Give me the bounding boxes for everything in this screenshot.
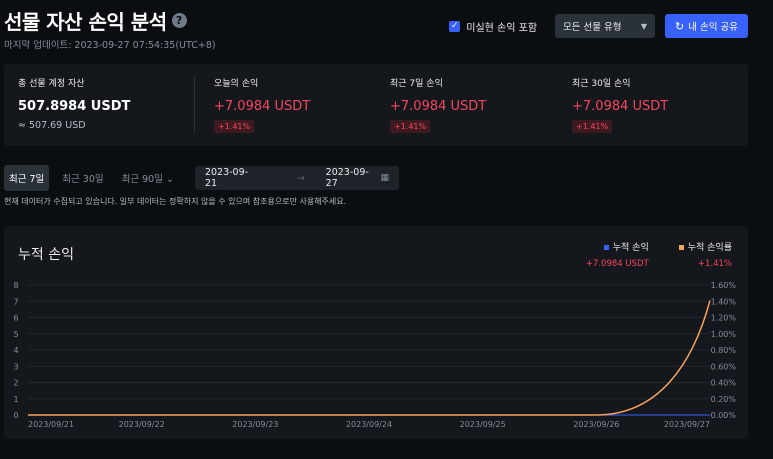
pct-badge: +1.41% — [572, 120, 613, 133]
stats-card: 총 선물 계정 자산 507.8984 USDT ≈ 507.69 USD 오늘… — [4, 64, 748, 146]
y-right-tick-label: 0.00% — [711, 411, 737, 420]
title-row: 선물 자산 손익 분석 ? — [4, 6, 187, 35]
y-right-tick-label: 0.80% — [711, 346, 737, 355]
y-right-tick-label: 1.60% — [711, 281, 737, 290]
checkbox-icon[interactable]: ✓ — [449, 20, 461, 32]
caret-down-icon: ▼ — [640, 21, 648, 31]
y-left-tick-label: 7 — [13, 297, 18, 306]
share-pnl-button[interactable]: ↻ 내 손익 공유 — [665, 14, 748, 38]
stat-value: 507.8984 USDT — [18, 99, 131, 114]
pct-badge: +1.41% — [390, 120, 431, 133]
last-updated: 마지막 업데이트: 2023-09-27 07:54:35(UTC+8) — [4, 40, 216, 51]
y-left-tick-label: 2 — [13, 379, 18, 388]
select-value: 모든 선물 유형 — [563, 22, 622, 33]
y-right-tick-label: 1.40% — [711, 297, 737, 306]
tab-30d[interactable]: 최근 30일 — [57, 165, 108, 191]
share-label: 내 손익 공유 — [688, 22, 738, 33]
checkbox-label: 미실현 손익 포함 — [466, 22, 538, 34]
stat-total-assets: 총 선물 계정 자산 507.8984 USDT ≈ 507.69 USD — [4, 64, 194, 146]
tab-90d[interactable]: 최근 90일 ⌄ — [117, 165, 179, 191]
stat-today: 오늘의 손익 +7.0984 USDT +1.41% — [194, 64, 376, 146]
stat-value: +7.0984 USDT — [214, 99, 311, 114]
x-tick-label: 2023/09/21 — [28, 420, 74, 429]
end-date[interactable]: 2023-09-27 — [326, 167, 381, 189]
x-tick-label: 2023/09/26 — [573, 420, 619, 429]
y-left-tick-label: 5 — [13, 330, 18, 339]
date-range-picker[interactable]: 2023-09-21 → 2023-09-27 ▦ — [194, 166, 399, 190]
unrealized-pnl-toggle[interactable]: ✓ 미실현 손익 포함 — [449, 19, 537, 34]
y-right-tick-label: 0.60% — [711, 362, 737, 371]
x-tick-label: 2023/09/25 — [460, 420, 506, 429]
x-tick-label: 2023/09/24 — [346, 420, 392, 429]
x-tick-label: 2023/09/23 — [232, 420, 278, 429]
chart-card: 누적 손익 누적 손익 +7.0984 USDT 누적 손익률 +1.41% 0… — [4, 226, 748, 439]
y-left-tick-label: 0 — [13, 411, 18, 420]
stat-label: 최근 7일 손익 — [390, 79, 443, 89]
y-left-tick-label: 8 — [13, 281, 18, 290]
y-right-tick-label: 1.20% — [711, 314, 737, 323]
y-right-tick-label: 1.00% — [711, 330, 737, 339]
stat-label: 총 선물 계정 자산 — [18, 79, 85, 89]
pnl-chart: 0 1 2 3 4 5 6 7 8 0.00% 0.20% 0.40% 0.60% 0.80% 1.00% 1… — [13, 281, 737, 429]
x-tick-label: 2023/09/22 — [119, 420, 165, 429]
y-right-tick-label: 0.40% — [711, 379, 737, 388]
futures-type-select[interactable]: 모든 선물 유형 ▼ — [555, 14, 656, 38]
stat-approx: ≈ 507.69 USD — [18, 120, 86, 131]
y-left-tick-label: 6 — [13, 314, 18, 323]
arrow-right-icon: → — [296, 172, 305, 184]
y-left-tick-label: 1 — [13, 395, 18, 404]
tab-7d[interactable]: 최근 7일 — [4, 165, 50, 191]
stat-label: 최근 30일 손익 — [572, 79, 631, 89]
share-icon: ↻ — [675, 19, 685, 33]
pct-badge: +1.41% — [214, 120, 255, 133]
data-notice: 현재 데이터가 수집되고 있습니다. 일부 데이터는 정확하지 않을 수 있으며… — [4, 197, 347, 206]
page-title: 선물 자산 손익 분석 — [4, 10, 167, 34]
start-date[interactable]: 2023-09-21 — [205, 167, 260, 189]
stat-30d: 최근 30일 손익 +7.0984 USDT +1.41% — [558, 64, 740, 146]
stat-7d: 최근 7일 손익 +7.0984 USDT +1.41% — [376, 64, 558, 146]
calendar-icon[interactable]: ▦ — [380, 173, 389, 183]
stat-label: 오늘의 손익 — [214, 79, 259, 89]
y-right-tick-label: 0.20% — [711, 395, 737, 404]
help-icon[interactable]: ? — [171, 13, 187, 28]
stat-value: +7.0984 USDT — [390, 99, 487, 114]
range-selector: 최근 7일 최근 30일 최근 90일 ⌄ 2023-09-21 → 2023-… — [4, 165, 399, 191]
y-left-tick-label: 3 — [13, 362, 18, 371]
y-left-tick-label: 4 — [13, 346, 18, 355]
x-tick-label: 2023/09/27 — [664, 420, 710, 429]
header-controls: ✓ 미실현 손익 포함 모든 선물 유형 ▼ ↻ 내 손익 공유 — [449, 14, 748, 38]
stat-value: +7.0984 USDT — [572, 99, 669, 114]
